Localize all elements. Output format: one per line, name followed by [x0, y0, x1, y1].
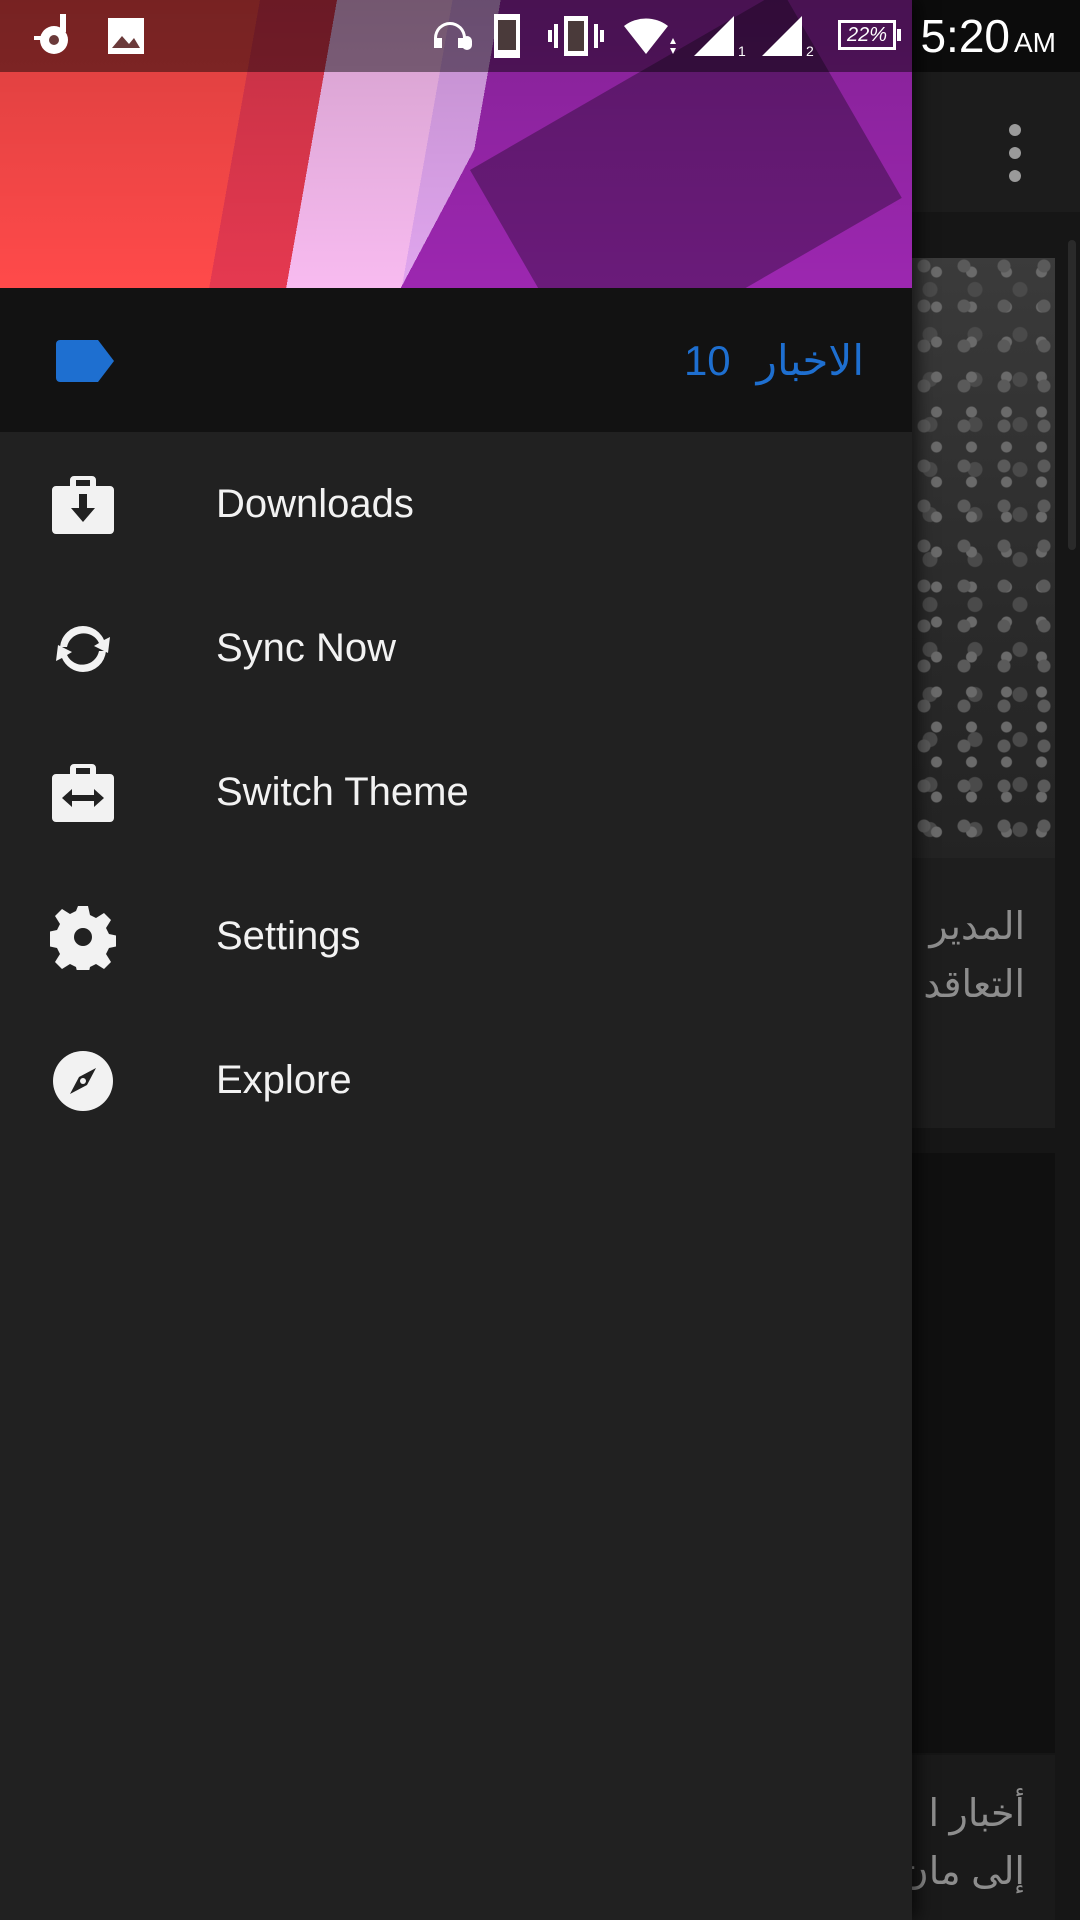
sync-icon	[50, 616, 116, 682]
news-headline: المدير التعاقد	[923, 906, 1025, 1006]
clock: 5:20 AM	[920, 10, 1056, 62]
drawer-menu: Downloads Sync Now Switch Theme Settings	[0, 432, 912, 1152]
wifi-icon	[624, 18, 676, 54]
image-notification-icon	[108, 18, 144, 54]
scrollbar[interactable]	[1068, 240, 1076, 550]
overflow-menu-icon[interactable]	[985, 118, 1045, 188]
news-card[interactable]	[912, 1153, 1055, 1753]
battery-indicator: 22%	[838, 20, 901, 50]
music-notification-icon	[34, 14, 68, 54]
compass-icon	[50, 1048, 116, 1114]
news-photo	[912, 258, 1055, 858]
menu-item-explore[interactable]: Explore	[0, 1008, 912, 1152]
menu-item-label: Sync Now	[216, 626, 397, 670]
account-count: 10	[683, 337, 731, 384]
signal-sim1-icon: 1	[694, 16, 746, 58]
svg-text:1: 1	[738, 43, 746, 58]
phone-icon	[494, 14, 520, 58]
switch-theme-icon	[50, 760, 116, 826]
menu-item-settings[interactable]: Settings	[0, 864, 912, 1008]
menu-item-label: Switch Theme	[216, 770, 469, 814]
signal-sim2-icon: 2	[762, 16, 814, 58]
news-card[interactable]: أخبار ا إلى مان	[912, 1755, 1055, 1920]
headset-mic-icon	[434, 22, 472, 50]
status-bar: 1 2 22% 5:20 AM	[0, 0, 1080, 72]
download-bag-icon	[50, 472, 116, 538]
menu-item-label: Downloads	[216, 482, 414, 526]
navigation-drawer: الاخبار10 Downloads Sync Now Switch Them…	[0, 0, 912, 1920]
account-label: الاخبار10	[683, 337, 864, 384]
menu-item-switch-theme[interactable]: Switch Theme	[0, 720, 912, 864]
menu-item-downloads[interactable]: Downloads	[0, 432, 912, 576]
svg-text:2: 2	[806, 43, 814, 58]
news-headline: أخبار ا إلى مان	[912, 1793, 1025, 1893]
label-tag-icon	[56, 340, 114, 382]
gear-icon	[48, 904, 118, 976]
menu-item-sync-now[interactable]: Sync Now	[0, 576, 912, 720]
menu-item-label: Settings	[216, 914, 361, 958]
menu-item-label: Explore	[216, 1058, 352, 1102]
vibrate-icon	[548, 16, 604, 56]
screen: المدير التعاقد أخبار ا إلى مان 1 2 22% 5…	[0, 0, 1080, 1920]
news-card[interactable]: المدير التعاقد	[912, 258, 1055, 1128]
